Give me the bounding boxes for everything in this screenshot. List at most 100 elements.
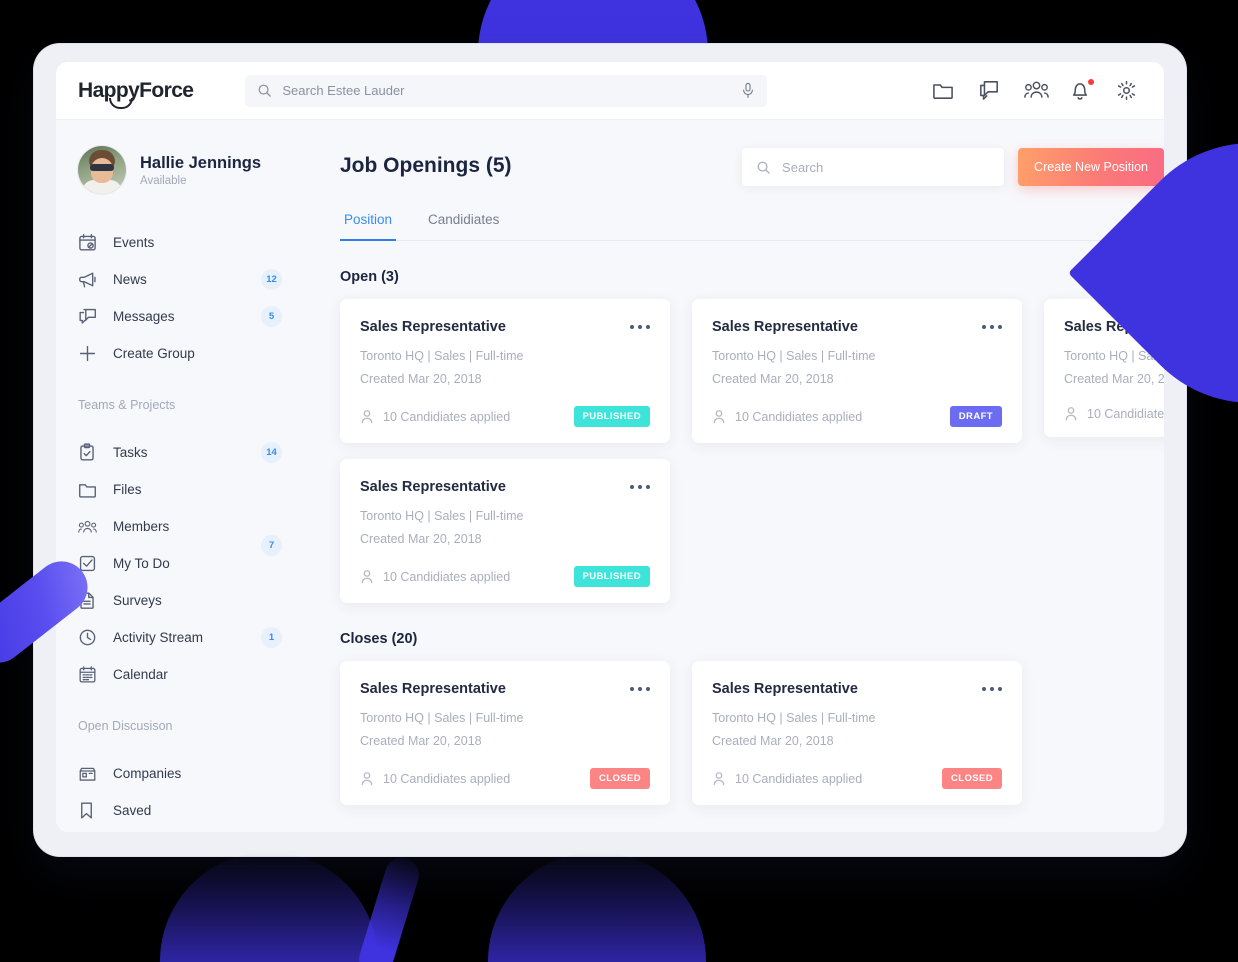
status-badge: CLOSED — [590, 768, 650, 789]
tablet-frame: HappyForce Search Estee Lauder Hallie Je… — [34, 44, 1186, 856]
more-options-icon[interactable] — [630, 681, 650, 691]
sidebar-item-tasks[interactable]: Tasks 14 — [56, 434, 304, 471]
person-icon — [360, 771, 374, 786]
global-search-input[interactable]: Search Estee Lauder — [245, 74, 768, 107]
gear-icon[interactable] — [1116, 80, 1138, 102]
create-new-position-button[interactable]: Create New Position — [1018, 148, 1164, 186]
section-heading-open: Open (3) — [340, 269, 399, 285]
job-card[interactable]: Sales Representative Toronto HQ | Sales … — [340, 661, 670, 805]
sidebar-item-label: Members — [113, 519, 170, 534]
section-heading-closes: Closes (20) — [340, 631, 418, 647]
sidebar-item-activity-stream[interactable]: Activity Stream 1 — [56, 619, 304, 656]
sidebar: Hallie Jennings Available Events News 12… — [56, 120, 304, 832]
job-card[interactable]: Sales Representative Toronto HQ | Sales … — [692, 661, 1022, 805]
tab-bar: Position Candidiates — [340, 212, 1164, 241]
bookmark-icon — [78, 801, 97, 820]
members-icon — [78, 517, 97, 536]
tab-candidates[interactable]: Candidiates — [424, 212, 503, 241]
nav-heading-teams: Teams & Projects — [78, 398, 176, 412]
sidebar-item-label: Messages — [113, 309, 175, 324]
microphone-icon[interactable] — [741, 82, 755, 100]
app-header: HappyForce Search Estee Lauder — [56, 62, 1164, 120]
job-meta-created: Created Mar 20, 2018 — [360, 532, 482, 546]
nav-heading-open-discussion: Open Discusison — [78, 719, 173, 733]
sidebar-item-label: Activity Stream — [113, 630, 204, 645]
sidebar-item-label: Saved — [113, 803, 152, 818]
applied-count: 10 Candidiates applied — [383, 569, 511, 584]
person-icon — [360, 409, 374, 424]
search-input[interactable]: Search — [742, 148, 1005, 186]
main-content: Job Openings (5) Search Create New Posit… — [304, 120, 1164, 832]
sidebar-badge-tasks: 14 — [261, 442, 282, 463]
profile-name: Hallie Jennings — [140, 153, 262, 172]
person-icon — [712, 771, 726, 786]
status-badge: DRAFT — [949, 406, 1002, 427]
sidebar-item-create-group[interactable]: Create Group — [56, 335, 304, 372]
sidebar-item-news[interactable]: News 12 — [56, 261, 304, 298]
search-placeholder: Search — [782, 159, 824, 175]
clipboard-check-icon — [78, 443, 97, 462]
avatar — [78, 146, 126, 194]
open-cards-column-1: Sales Representative Toronto HQ | Sales … — [340, 299, 670, 603]
search-icon — [756, 160, 771, 175]
sidebar-item-label: Tasks — [113, 445, 148, 460]
applied-count: 10 Candidiates applied — [383, 771, 511, 786]
decor-pill-bottom — [354, 853, 424, 962]
applied-count: 10 Candidiates applied — [383, 409, 511, 424]
sidebar-item-my-to-do[interactable]: My To Do 7 — [56, 535, 304, 582]
more-options-icon[interactable] — [630, 319, 650, 329]
search-icon — [257, 83, 272, 98]
applied-count: 10 Candidiates applied — [1087, 406, 1164, 421]
more-options-icon[interactable] — [630, 479, 650, 489]
sidebar-item-calendar[interactable]: Calendar — [56, 656, 304, 693]
more-options-icon[interactable] — [982, 319, 1002, 329]
global-search-placeholder: Search Estee Lauder — [282, 83, 405, 98]
closed-cards-row: Sales Representative Toronto HQ | Sales … — [340, 661, 1164, 805]
job-card[interactable]: Sales Representative Toronto HQ | Sales … — [692, 299, 1022, 443]
megaphone-icon — [78, 270, 97, 289]
sidebar-item-companies[interactable]: Companies — [56, 755, 304, 792]
sidebar-item-label: Create Group — [113, 346, 195, 361]
more-options-icon[interactable] — [982, 681, 1002, 691]
main-header: Job Openings (5) Search Create New Posit… — [340, 148, 1164, 186]
plus-icon — [78, 344, 97, 363]
decor-circle-bottom-right — [488, 852, 706, 962]
main-header-actions: Search Create New Position — [742, 148, 1164, 186]
tab-position[interactable]: Position — [340, 212, 397, 241]
profile-status: Available — [140, 175, 187, 188]
job-card[interactable]: Sales Representative Toronto HQ | Sales … — [340, 299, 670, 443]
calendar-icon — [78, 665, 97, 684]
sidebar-item-surveys[interactable]: Surveys — [56, 582, 304, 619]
status-badge: CLOSED — [942, 768, 1002, 789]
sidebar-item-messages[interactable]: Messages 5 — [56, 298, 304, 335]
folder-icon[interactable] — [932, 80, 954, 102]
job-card[interactable]: Sales Representative Toronto HQ | Sales … — [340, 459, 670, 603]
job-title: Sales Representative — [360, 681, 506, 697]
sidebar-item-label: My To Do — [113, 556, 170, 571]
bell-icon[interactable] — [1070, 78, 1094, 102]
sidebar-item-saved[interactable]: Saved — [56, 792, 304, 829]
sidebar-badge-activity-stream: 1 — [261, 627, 282, 648]
job-card[interactable]: Sales Representative Toronto HQ | Sales … — [1044, 299, 1164, 437]
sidebar-item-label: Surveys — [113, 593, 162, 608]
chat-icon[interactable] — [978, 80, 1000, 102]
brand-name: HappyForce — [78, 78, 194, 102]
job-title: Sales Representative — [712, 681, 858, 697]
app-screen: HappyForce Search Estee Lauder Hallie Je… — [56, 62, 1164, 832]
profile-block[interactable]: Hallie Jennings Available — [56, 146, 304, 194]
notification-dot — [1088, 78, 1094, 85]
smile-icon — [109, 97, 133, 109]
job-meta-location: Toronto HQ | Sales | Full-time — [360, 711, 524, 725]
sidebar-item-events[interactable]: Events — [56, 224, 304, 261]
people-icon[interactable] — [1024, 80, 1049, 102]
folder-icon — [78, 480, 97, 499]
job-title: Sales Representative — [712, 319, 858, 335]
sidebar-item-files[interactable]: Files — [56, 471, 304, 508]
sidebar-badge-news: 12 — [261, 269, 282, 290]
header-icon-group — [932, 78, 1138, 102]
checkbox-icon — [78, 554, 97, 573]
sidebar-badge-my-to-do: 7 — [261, 535, 282, 556]
nav-group-discussion: Companies Saved — [56, 755, 304, 829]
messages-icon — [78, 307, 97, 326]
brand-logo[interactable]: HappyForce — [78, 78, 194, 109]
